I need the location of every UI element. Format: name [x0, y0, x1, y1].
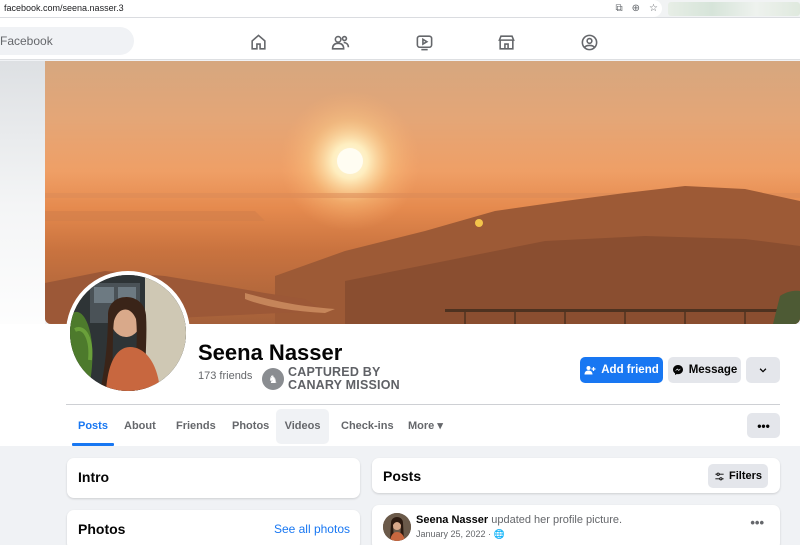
avatar-image: [383, 513, 411, 541]
star-icon[interactable]: ☆: [649, 2, 658, 15]
message-label: Message: [688, 364, 738, 376]
tab-check-ins[interactable]: Check-ins: [335, 409, 400, 444]
install-icon[interactable]: ⧉: [616, 2, 623, 15]
header-divider: [66, 404, 780, 405]
watch-icon[interactable]: [403, 30, 445, 54]
add-friend-label: Add friend: [601, 364, 659, 376]
post-author-name[interactable]: Seena Nasser: [416, 514, 488, 526]
add-person-icon: [584, 366, 596, 375]
marketplace-icon[interactable]: [485, 30, 527, 54]
groups-icon[interactable]: [568, 30, 610, 54]
blurred-extensions: [668, 2, 800, 16]
posts-title: Posts: [383, 468, 422, 484]
tab-videos[interactable]: Videos: [276, 409, 329, 444]
canary-badge-icon: ♞: [262, 368, 284, 390]
post-text: Seena Nasser updated her profile picture…: [416, 514, 622, 526]
post-meta: January 25, 2022 · 🌐: [416, 529, 505, 540]
profile-name: Seena Nasser: [198, 340, 343, 365]
intro-card: Intro: [67, 458, 360, 498]
filters-button[interactable]: Filters: [708, 464, 768, 488]
post-item: Seena Nasser updated her profile picture…: [372, 505, 780, 545]
tab-friends[interactable]: Friends: [170, 409, 222, 444]
zoom-icon[interactable]: ⊕: [632, 2, 640, 15]
browser-tools: ⧉ ⊕ ☆: [616, 2, 659, 15]
globe-icon: 🌐: [493, 529, 505, 539]
top-navigation: Facebook: [0, 18, 800, 60]
filter-sliders-icon: [715, 472, 724, 480]
tab-menu-button[interactable]: •••: [747, 413, 780, 438]
post-date[interactable]: January 25, 2022 ·: [416, 529, 494, 539]
friends-icon[interactable]: [319, 30, 361, 54]
post-menu-button[interactable]: •••: [750, 515, 764, 530]
search-input[interactable]: Facebook: [0, 27, 134, 55]
posts-header-card: Posts Filters: [372, 458, 780, 493]
profile-picture[interactable]: [66, 271, 190, 395]
canary-mission-stamp: ♞ CAPTURED BY CANARY MISSION: [262, 366, 400, 392]
browser-address-bar: facebook.com/seena.nasser.3 ⧉ ⊕ ☆: [0, 0, 800, 18]
filters-label: Filters: [728, 470, 762, 482]
friends-count[interactable]: 173 friends: [198, 370, 252, 382]
see-all-photos-link[interactable]: See all photos: [274, 522, 350, 536]
tab-posts[interactable]: Posts: [72, 409, 114, 446]
stamp-line-2: CANARY MISSION: [288, 378, 400, 392]
photos-card: Photos See all photos: [67, 510, 360, 545]
left-gradient: [0, 61, 45, 351]
messenger-icon: [672, 365, 683, 375]
post-action: updated her profile picture.: [491, 514, 623, 526]
profile-photo-image: [70, 275, 186, 391]
tab-about[interactable]: About: [118, 409, 162, 444]
chevron-down-icon: [759, 368, 767, 373]
intro-title: Intro: [78, 469, 110, 485]
message-button[interactable]: Message: [668, 357, 741, 383]
stamp-text: CAPTURED BY CANARY MISSION: [288, 366, 400, 392]
profile-more-button[interactable]: [746, 357, 780, 383]
tab-photos[interactable]: Photos: [226, 409, 275, 444]
post-author-avatar[interactable]: [383, 513, 411, 541]
tab-more[interactable]: More ▾: [402, 409, 449, 444]
photos-title: Photos: [78, 521, 126, 537]
url-field[interactable]: facebook.com/seena.nasser.3: [0, 0, 662, 17]
home-icon[interactable]: [237, 30, 279, 54]
add-friend-button[interactable]: Add friend: [580, 357, 663, 383]
